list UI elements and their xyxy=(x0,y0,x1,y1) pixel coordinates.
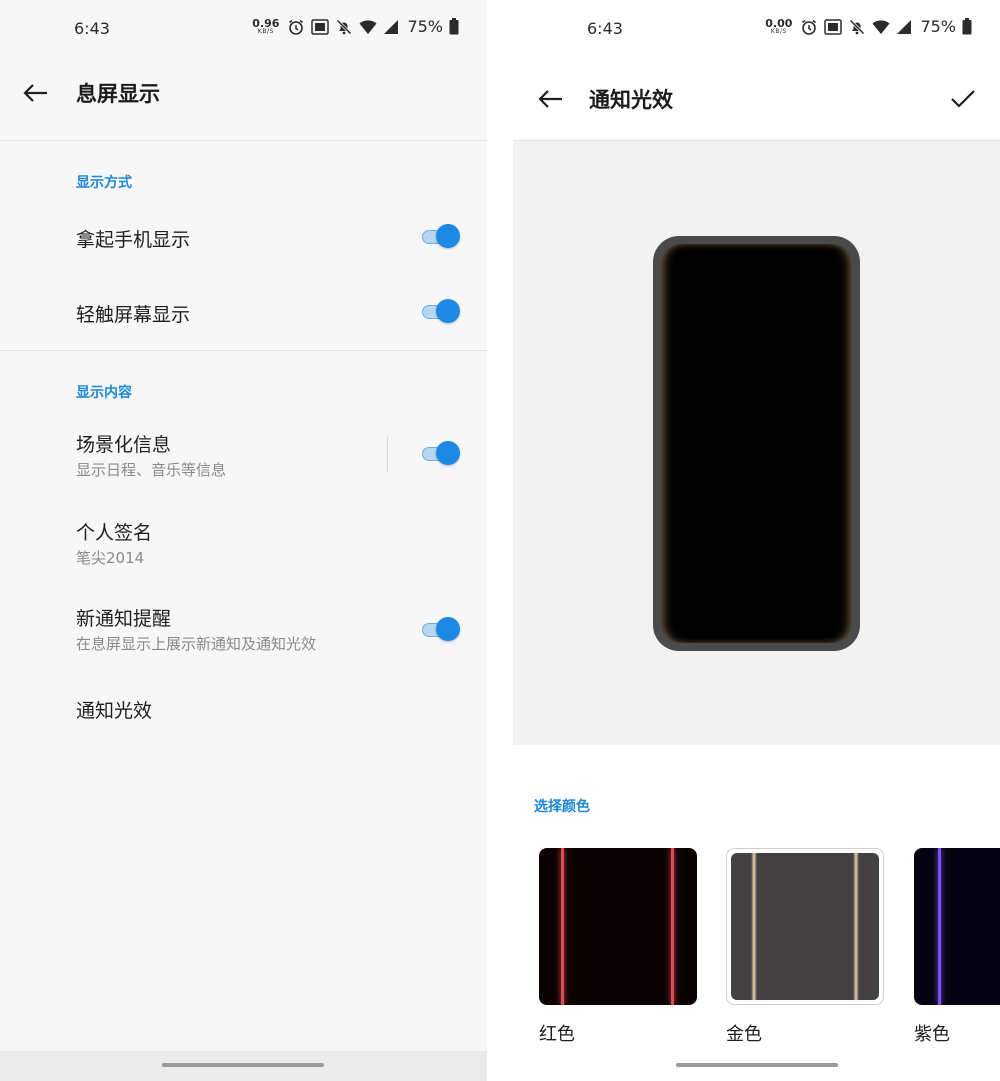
setting-title: 新通知提醒 xyxy=(76,608,172,630)
check-icon[interactable] xyxy=(948,84,978,114)
color-option-label: 金色 xyxy=(726,1024,762,1045)
status-bar: 6:43 0.96 KB/S 75% xyxy=(0,0,487,58)
setting-title: 轻触屏幕显示 xyxy=(76,304,191,326)
back-arrow-icon[interactable] xyxy=(535,84,565,114)
setting-row-new-notification[interactable]: 新通知提醒 在息屏显示上展示新通知及通知光效 xyxy=(0,592,487,668)
alarm-icon xyxy=(289,19,304,35)
wifi-icon xyxy=(359,19,377,34)
vertical-divider xyxy=(387,436,388,472)
setting-row-lift-to-wake[interactable]: 拿起手机显示 xyxy=(0,200,487,274)
notification-light-screen: 6:43 0.00 KB/S 75% 通知光效 选择颜色 红色 金色 紫色 xyxy=(513,0,1000,1081)
phone-preview-screen xyxy=(661,244,852,643)
volte-icon xyxy=(311,18,330,35)
cellular-signal-icon xyxy=(384,19,399,34)
setting-row-notification-light[interactable]: 通知光效 xyxy=(0,680,487,740)
status-time: 6:43 xyxy=(587,19,623,38)
contextual-info-toggle[interactable] xyxy=(422,441,462,467)
setting-row-signature[interactable]: 个人签名 笔尖2014 xyxy=(0,506,487,582)
tap-to-wake-toggle[interactable] xyxy=(422,299,462,325)
cellular-signal-icon xyxy=(897,19,912,34)
back-arrow-icon[interactable] xyxy=(20,78,50,108)
page-title: 息屏显示 xyxy=(76,82,160,106)
home-gesture-handle[interactable] xyxy=(676,1063,838,1067)
page-title: 通知光效 xyxy=(589,88,673,112)
setting-row-tap-to-wake[interactable]: 轻触屏幕显示 xyxy=(0,275,487,349)
setting-subtitle: 显示日程、音乐等信息 xyxy=(76,461,227,479)
color-option-label: 红色 xyxy=(539,1024,575,1045)
color-option-label: 紫色 xyxy=(914,1024,950,1045)
phone-preview xyxy=(653,236,860,651)
color-option-purple[interactable] xyxy=(914,848,1000,1005)
status-time: 6:43 xyxy=(74,19,110,38)
setting-title: 通知光效 xyxy=(76,700,153,722)
app-bar: 息屏显示 xyxy=(0,58,487,128)
section-title-display-mode: 显示方式 xyxy=(76,175,132,191)
battery-percentage: 75% xyxy=(920,17,956,36)
notifications-off-icon xyxy=(849,18,865,35)
status-icons: 0.00 KB/S 75% xyxy=(765,17,972,36)
setting-subtitle: 在息屏显示上展示新通知及通知光效 xyxy=(76,635,317,653)
net-speed: 0.96 KB/S xyxy=(252,17,280,35)
divider xyxy=(0,350,487,351)
setting-title: 个人签名 xyxy=(76,522,153,544)
volte-icon xyxy=(824,18,843,35)
app-bar: 通知光效 xyxy=(513,64,1000,134)
color-option-gold[interactable] xyxy=(726,848,884,1005)
navigation-bar xyxy=(0,1051,487,1081)
new-notification-toggle[interactable] xyxy=(422,617,462,643)
setting-title: 场景化信息 xyxy=(76,434,172,456)
wifi-icon xyxy=(872,19,890,34)
alarm-icon xyxy=(802,19,817,35)
home-gesture-handle[interactable] xyxy=(162,1063,324,1067)
aod-settings-screen: 6:43 0.96 KB/S 75% 息屏显示 显示方式 拿起手机显示 轻触屏幕… xyxy=(0,0,487,1081)
light-effect-preview xyxy=(513,141,1000,745)
section-title-choose-color: 选择颜色 xyxy=(534,799,590,815)
status-bar: 6:43 0.00 KB/S 75% xyxy=(513,0,1000,58)
net-speed: 0.00 KB/S xyxy=(765,17,793,35)
lift-to-wake-toggle[interactable] xyxy=(422,224,462,250)
setting-row-contextual-info[interactable]: 场景化信息 显示日程、音乐等信息 xyxy=(0,418,487,494)
divider xyxy=(0,140,487,141)
status-icons: 0.96 KB/S 75% xyxy=(252,17,459,36)
notifications-off-icon xyxy=(336,18,352,35)
section-title-display-content: 显示内容 xyxy=(76,385,132,401)
setting-title: 拿起手机显示 xyxy=(76,229,191,251)
navigation-bar xyxy=(513,1051,1000,1081)
battery-icon xyxy=(449,18,459,35)
color-option-red[interactable] xyxy=(539,848,697,1005)
setting-subtitle: 笔尖2014 xyxy=(76,549,145,567)
battery-percentage: 75% xyxy=(407,17,443,36)
battery-icon xyxy=(962,18,972,35)
